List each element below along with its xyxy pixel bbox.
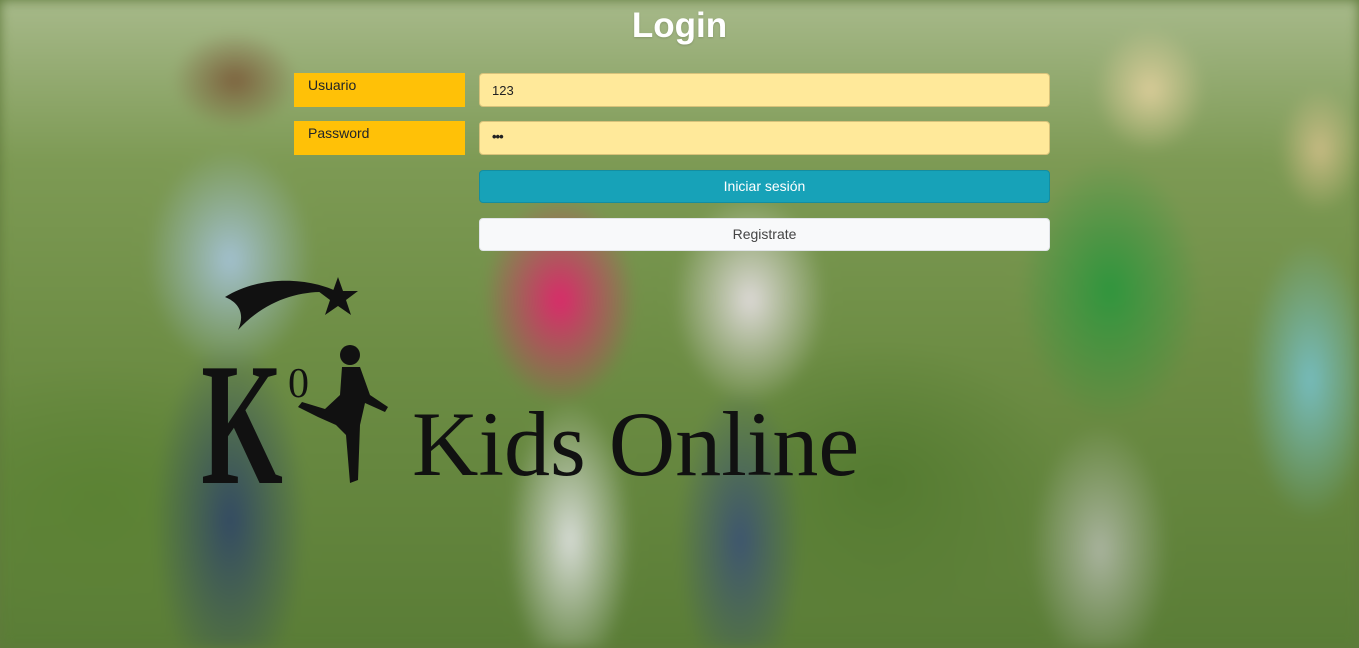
logo-text: Kids Online xyxy=(412,393,859,490)
register-button[interactable]: Registrate xyxy=(479,218,1050,251)
usuario-label: Usuario xyxy=(294,73,465,107)
kids-online-logo: K 0 Kids Online xyxy=(201,277,859,490)
login-button[interactable]: Iniciar sesión xyxy=(479,170,1050,203)
kicking-child-icon xyxy=(298,345,388,483)
password-label: Password xyxy=(294,121,465,155)
usuario-input[interactable]: 123 xyxy=(479,73,1050,107)
password-input[interactable]: ••• xyxy=(479,121,1050,155)
logo-superscript: 0 xyxy=(288,361,309,407)
star-icon xyxy=(318,277,358,315)
page-title: Login xyxy=(631,6,728,45)
logo-monogram: K xyxy=(201,328,283,490)
star-swoosh xyxy=(225,280,340,330)
